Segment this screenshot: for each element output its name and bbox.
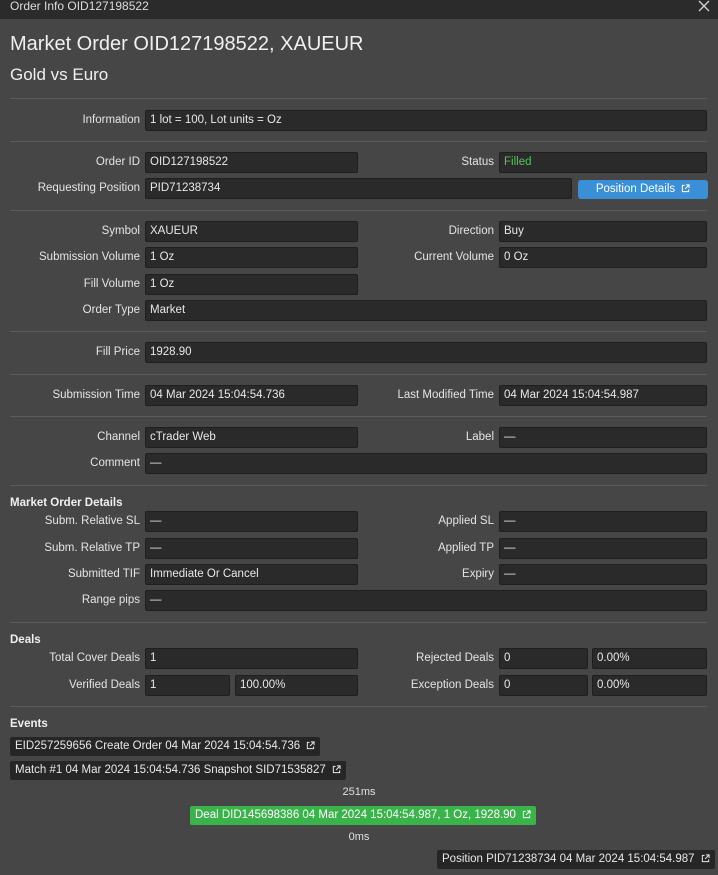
- exception-deals-field: 0: [499, 675, 588, 696]
- rejected-deals-percent: 0.00%: [592, 648, 707, 669]
- fill-price-field: 1928.90: [145, 342, 707, 363]
- divider: [10, 210, 707, 211]
- order-type-field: Market: [145, 300, 707, 321]
- symbol-label: Symbol: [101, 225, 140, 237]
- comment-label: Comment: [90, 457, 140, 469]
- event-label: Position PID71238734 04 Mar 2024 15:04:5…: [442, 853, 695, 865]
- subm-relative-tp-field: —: [145, 538, 358, 559]
- external-link-icon: [307, 741, 315, 750]
- exception-deals-percent: 0.00%: [592, 675, 707, 696]
- submission-time-label: Submission Time: [52, 389, 140, 401]
- external-link-icon: [522, 810, 531, 819]
- range-pips-label: Range pips: [81, 594, 140, 606]
- direction-label: Direction: [448, 225, 494, 237]
- information-label: Information: [82, 114, 140, 126]
- order-id-label: Order ID: [95, 156, 140, 168]
- divider: [10, 485, 707, 486]
- expiry-field: —: [499, 564, 707, 585]
- total-cover-deals-field: 1: [145, 648, 358, 669]
- events-heading: Events: [10, 718, 48, 730]
- event-deal[interactable]: Deal DID145698386 04 Mar 2024 15:04:54.9…: [190, 806, 536, 825]
- divider: [10, 374, 707, 375]
- external-link-icon: [681, 184, 690, 193]
- channel-label: Channel: [97, 431, 140, 443]
- submitted-tif-label: Submitted TIF: [67, 568, 140, 580]
- divider: [10, 706, 707, 707]
- verified-deals-percent: 100.00%: [235, 675, 358, 696]
- fill-volume-field: 1 Oz: [145, 274, 358, 295]
- submission-time-field: 04 Mar 2024 15:04:54.736: [145, 385, 358, 406]
- subm-relative-sl-label: Subm. Relative SL: [44, 515, 140, 527]
- timeline-gap-label: 0ms: [348, 831, 370, 843]
- page-title: Market Order OID127198522, XAUEUR: [10, 33, 364, 55]
- submission-volume-label: Submission Volume: [39, 251, 140, 263]
- verified-deals-label: Verified Deals: [69, 679, 140, 691]
- applied-sl-label: Applied SL: [438, 515, 494, 527]
- divider: [10, 622, 707, 623]
- requesting-position-label: Requesting Position: [37, 182, 140, 194]
- label-field: —: [499, 427, 707, 448]
- fill-price-label: Fill Price: [95, 346, 140, 358]
- comment-field: —: [145, 453, 707, 474]
- channel-field: cTrader Web: [145, 427, 358, 448]
- subm-relative-tp-label: Subm. Relative TP: [44, 542, 140, 554]
- last-modified-time-label: Last Modified Time: [397, 389, 494, 401]
- range-pips-field: —: [145, 590, 707, 611]
- page-subtitle: Gold vs Euro: [10, 65, 109, 84]
- submission-volume-field: 1 Oz: [145, 247, 358, 268]
- order-type-label: Order Type: [82, 304, 140, 316]
- close-icon[interactable]: [698, 0, 710, 13]
- expiry-label: Expiry: [462, 568, 494, 580]
- exception-deals-label: Exception Deals: [410, 679, 494, 691]
- deals-heading: Deals: [10, 634, 41, 646]
- timeline-gap-label: 251ms: [342, 786, 376, 798]
- last-modified-time-field: 04 Mar 2024 15:04:54.987: [499, 385, 707, 406]
- window-title: Order Info OID127198522: [10, 0, 149, 13]
- divider: [10, 141, 707, 142]
- position-details-button[interactable]: Position Details: [578, 180, 708, 199]
- external-link-icon: [332, 765, 341, 774]
- total-cover-deals-label: Total Cover Deals: [49, 652, 140, 664]
- position-details-label: Position Details: [595, 183, 676, 195]
- event-label: EID257259656 Create Order 04 Mar 2024 15…: [15, 740, 301, 752]
- external-link-icon: [701, 854, 710, 863]
- status-label: Status: [461, 156, 494, 168]
- subm-relative-sl-field: —: [145, 511, 358, 532]
- event-label: Deal DID145698386 04 Mar 2024 15:04:54.9…: [195, 809, 516, 821]
- fill-volume-label: Fill Volume: [83, 278, 140, 290]
- market-order-details-heading: Market Order Details: [10, 497, 123, 509]
- current-volume-label: Current Volume: [414, 251, 494, 263]
- rejected-deals-field: 0: [499, 648, 588, 669]
- symbol-field: XAUEUR: [145, 221, 358, 242]
- applied-tp-label: Applied TP: [437, 542, 494, 554]
- event-position[interactable]: Position PID71238734 04 Mar 2024 15:04:5…: [437, 850, 715, 869]
- current-volume-field: 0 Oz: [499, 247, 707, 268]
- divider: [10, 331, 707, 332]
- applied-tp-field: —: [499, 538, 707, 559]
- event-create-order[interactable]: EID257259656 Create Order 04 Mar 2024 15…: [10, 737, 321, 756]
- submitted-tif-field: Immediate Or Cancel: [145, 564, 358, 585]
- event-label: Match #1 04 Mar 2024 15:04:54.736 Snapsh…: [15, 764, 326, 776]
- label-label: Label: [465, 431, 494, 443]
- rejected-deals-label: Rejected Deals: [416, 652, 494, 664]
- order-id-field: OID127198522: [145, 152, 358, 173]
- divider: [10, 416, 707, 417]
- status-field: Filled: [499, 152, 707, 173]
- verified-deals-field: 1: [145, 675, 230, 696]
- event-match[interactable]: Match #1 04 Mar 2024 15:04:54.736 Snapsh…: [10, 761, 346, 780]
- information-field: 1 lot = 100, Lot units = Oz: [145, 110, 707, 131]
- divider: [10, 98, 707, 99]
- requesting-position-field: PID71238734: [145, 178, 572, 199]
- window-titlebar: Order Info OID127198522: [0, 0, 718, 19]
- applied-sl-field: —: [499, 511, 707, 532]
- direction-field: Buy: [499, 221, 707, 242]
